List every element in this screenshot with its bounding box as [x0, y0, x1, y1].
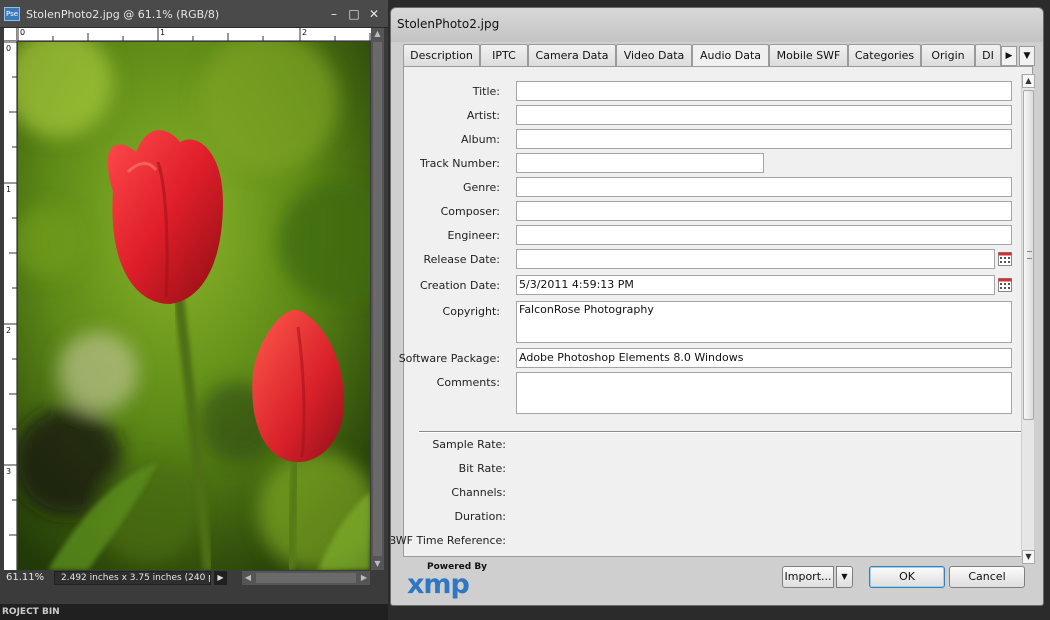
channels-label: Channels: [451, 486, 506, 499]
file-info-dialog: StolenPhoto2.jpg Description IPTC Camera… [390, 7, 1044, 606]
document-window: Pse StolenPhoto2.jpg @ 61.1% (RGB/8) – □… [0, 0, 388, 620]
ruler-number: 1 [160, 28, 166, 37]
tab-video-data[interactable]: Video Data [616, 44, 692, 66]
document-title-bar[interactable]: Pse StolenPhoto2.jpg @ 61.1% (RGB/8) – □… [0, 0, 388, 28]
status-menu-arrow-icon[interactable]: ▶ [214, 571, 227, 585]
zoom-level[interactable]: 61.11% [6, 572, 44, 583]
ok-button[interactable]: OK [869, 566, 945, 588]
ruler-number: 3 [6, 467, 12, 476]
calendar-icon[interactable] [998, 252, 1012, 266]
scroll-down-icon[interactable]: ▼ [1022, 550, 1035, 564]
import-menu-chevron-down-icon[interactable]: ▼ [836, 566, 853, 588]
scroll-down-icon[interactable]: ▼ [371, 558, 384, 570]
artist-label: Artist: [466, 109, 500, 122]
dialog-title-bar[interactable]: StolenPhoto2.jpg [391, 8, 1043, 42]
album-label: Album: [461, 133, 500, 146]
copyright-label: Copyright: [442, 305, 500, 318]
ruler-number: 1 [6, 185, 12, 194]
title-field[interactable] [516, 81, 1012, 101]
tab-origin[interactable]: Origin [921, 44, 975, 66]
creation-date-field[interactable]: 5/3/2011 4:59:13 PM [516, 275, 995, 295]
release-date-label: Release Date: [423, 253, 500, 266]
artist-field[interactable] [516, 105, 1012, 125]
maximize-icon[interactable]: □ [346, 6, 362, 22]
scroll-up-icon[interactable]: ▲ [1022, 74, 1035, 88]
ruler-number: 0 [6, 44, 12, 53]
tulip-image [18, 42, 370, 570]
photoshop-elements-icon: Pse [4, 7, 20, 21]
scroll-thumb[interactable] [373, 42, 382, 556]
section-divider [419, 431, 1022, 433]
horizontal-ruler: 0 1 2 [17, 28, 371, 41]
grip-icon [1027, 251, 1032, 259]
tab-iptc[interactable]: IPTC [480, 44, 528, 66]
tab-menu-chevron-down-icon[interactable]: ▼ [1019, 46, 1035, 66]
scroll-left-icon[interactable]: ◀ [242, 571, 254, 585]
tab-categories[interactable]: Categories [848, 44, 921, 66]
document-size-info: 2.492 inches x 3.75 inches (240 ppi) [54, 571, 211, 585]
document-horizontal-scrollbar[interactable]: ◀ ▶ [242, 571, 370, 585]
tab-bar: Description IPTC Camera Data Video Data … [403, 44, 1009, 67]
xmp-logo: xmp [407, 569, 470, 600]
title-label: Title: [472, 85, 500, 98]
close-icon[interactable]: ✕ [366, 6, 382, 22]
dialog-title: StolenPhoto2.jpg [397, 17, 500, 31]
tab-camera-data[interactable]: Camera Data [528, 44, 616, 66]
tab-scroll-right-icon[interactable]: ▶ [1001, 46, 1017, 66]
bwf-time-reference-label: BWF Time Reference: [390, 534, 506, 547]
sample-rate-label: Sample Rate: [432, 438, 506, 451]
ruler-number: 0 [20, 28, 26, 37]
calendar-icon[interactable] [998, 278, 1012, 292]
tulip-photo[interactable] [18, 42, 370, 570]
genre-field[interactable] [516, 177, 1012, 197]
copyright-field[interactable]: FalconRose Photography [516, 301, 1012, 343]
comments-field[interactable] [516, 372, 1012, 414]
app-icon-label: Pse [5, 10, 19, 18]
scroll-thumb[interactable] [1023, 90, 1034, 420]
ruler-ticks [4, 41, 17, 536]
composer-field[interactable] [516, 201, 1012, 221]
project-bin-header[interactable]: ROJECT BIN [0, 604, 388, 620]
cancel-button[interactable]: Cancel [949, 566, 1025, 588]
panel-vertical-scrollbar[interactable]: ▲ ▼ [1021, 74, 1035, 564]
minimize-icon[interactable]: – [326, 6, 342, 22]
release-date-field[interactable] [516, 249, 995, 269]
document-status-bar: 61.11% 2.492 inches x 3.75 inches (240 p… [0, 570, 388, 586]
creation-date-label: Creation Date: [419, 279, 500, 292]
ruler-number: 2 [302, 28, 308, 37]
comments-label: Comments: [436, 376, 500, 389]
tab-audio-data[interactable]: Audio Data [692, 44, 769, 67]
ruler-number: 2 [6, 326, 12, 335]
tab-dicom[interactable]: DI [975, 44, 1001, 66]
bit-rate-label: Bit Rate: [458, 462, 506, 475]
audio-data-panel: Title: Artist: Album: Track Number: Genr… [391, 66, 1035, 564]
scroll-right-icon[interactable]: ▶ [358, 571, 370, 585]
composer-label: Composer: [440, 205, 500, 218]
album-field[interactable] [516, 129, 1012, 149]
duration-label: Duration: [454, 510, 506, 523]
scroll-up-icon[interactable]: ▲ [371, 28, 384, 40]
track-number-field[interactable] [516, 153, 764, 173]
track-number-label: Track Number: [420, 157, 500, 170]
engineer-label: Engineer: [447, 229, 500, 242]
ruler-ticks [17, 28, 371, 41]
engineer-field[interactable] [516, 225, 1012, 245]
import-button[interactable]: Import... [782, 566, 834, 588]
software-package-label: Software Package: [398, 352, 500, 365]
genre-label: Genre: [462, 181, 500, 194]
document-vertical-scrollbar[interactable]: ▲ ▼ [371, 28, 384, 570]
tab-description[interactable]: Description [403, 44, 480, 66]
vertical-ruler: 0 1 2 3 [4, 41, 17, 570]
tab-mobile-swf[interactable]: Mobile SWF [769, 44, 848, 66]
document-title: StolenPhoto2.jpg @ 61.1% (RGB/8) [26, 8, 220, 21]
software-package-field[interactable]: Adobe Photoshop Elements 8.0 Windows [516, 348, 1012, 368]
scroll-thumb[interactable] [256, 573, 356, 583]
ruler-origin [4, 28, 17, 41]
